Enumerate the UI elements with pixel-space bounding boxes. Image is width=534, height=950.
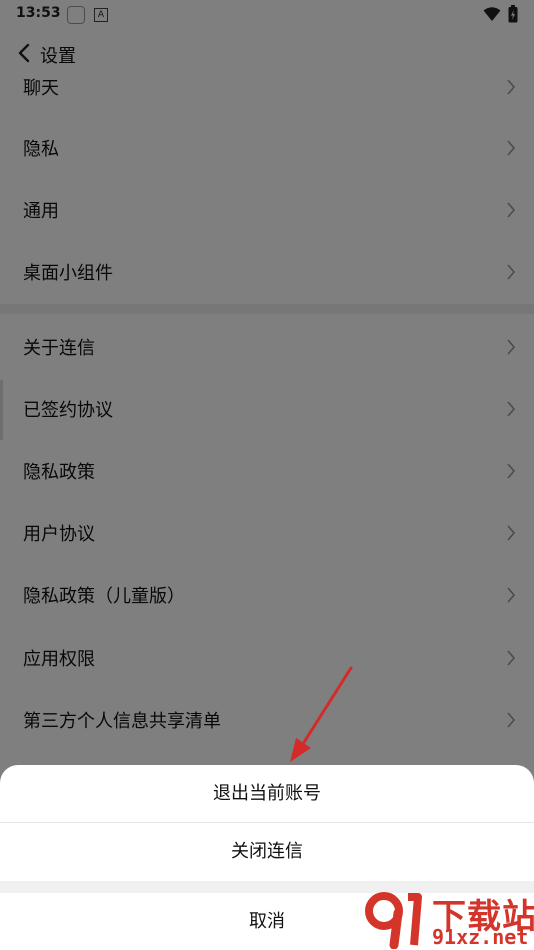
annotation-arrow-icon <box>290 666 353 762</box>
site-watermark: 下载站 91xz.net <box>362 885 534 950</box>
watermark-logo-icon <box>365 892 422 949</box>
watermark-url: 91xz.net <box>432 925 529 949</box>
